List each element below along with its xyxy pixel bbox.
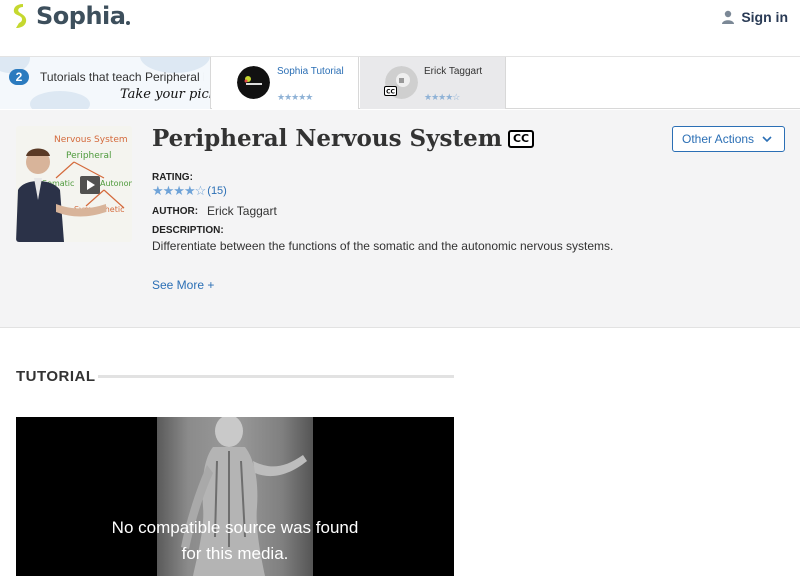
page-title: Peripheral Nervous System [152, 125, 503, 152]
video-error-line: No compatible source was found [111, 518, 359, 537]
tutorial-rating-stars: ★★★★★ [277, 92, 313, 102]
tutorial-info-panel: Nervous System Peripheral Somatic Autono… [0, 110, 800, 328]
rating-count[interactable]: (15) [207, 185, 227, 197]
closed-captions-icon: CC [508, 129, 535, 148]
logo-text: Sophia [36, 2, 126, 30]
video-error-message: No compatible source was found for this … [16, 515, 454, 567]
play-icon [87, 180, 95, 190]
section-divider [98, 375, 454, 378]
description-text: Differentiate between the functions of t… [152, 239, 614, 253]
tutorial-author-name: Sophia Tutorial [277, 66, 344, 77]
tutorials-strip: 2 Tutorials that teach Peripheral Nervou… [0, 57, 800, 109]
video-error-line: for this media. [181, 544, 289, 563]
author-name: Erick Taggart [207, 204, 277, 218]
description-label: DESCRIPTION: [152, 225, 224, 236]
sign-in-label: Sign in [741, 9, 788, 25]
sophia-logo[interactable]: Sophia [10, 2, 131, 30]
decor-blob [30, 91, 90, 109]
rating-stars: ★★★★☆ [152, 183, 206, 198]
tutorials-strip-title: Tutorials that teach Peripheral Nervous … [40, 70, 204, 84]
person-icon [722, 10, 735, 24]
tutorial-option-sophia[interactable]: Sophia Tutorial ★★★★★ [212, 57, 359, 109]
tutorial-count-badge: 2 [9, 69, 29, 85]
logo-dot [126, 21, 131, 25]
rating-label: RATING: [152, 172, 193, 183]
video-player[interactable]: No compatible source was found for this … [16, 417, 454, 576]
tutorial-author-name: Erick Taggart [424, 66, 483, 77]
svg-text:CC: CC [386, 89, 395, 96]
thumbnail-board-text: Peripheral [66, 151, 112, 161]
title-row: Peripheral Nervous System CC [152, 125, 535, 152]
closed-captions-icon: CC [384, 86, 397, 96]
thumbnail-board-text: Autonomic [100, 179, 132, 188]
thumbnail-image: Nervous System Peripheral Somatic Autono… [16, 126, 132, 242]
tutorial-section-heading: TUTORIAL [16, 368, 96, 385]
author-label: AUTHOR: [152, 206, 199, 217]
sign-in-button[interactable]: Sign in [721, 9, 788, 25]
tutorial-rating-stars: ★★★★☆ [424, 92, 460, 102]
see-more-link[interactable]: See More + [152, 278, 214, 292]
sophia-avatar [237, 66, 270, 99]
take-your-pick-label: Take your pick: [120, 87, 211, 102]
other-actions-label: Other Actions [682, 132, 755, 146]
thumbnail-board-text: Nervous System [54, 135, 128, 145]
play-button[interactable] [80, 176, 100, 194]
other-actions-button[interactable]: Other Actions [672, 126, 785, 152]
sophia-logo-icon [13, 4, 27, 28]
rating: ★★★★☆ (15) [152, 183, 227, 199]
site-header: Sophia Sign in [0, 0, 800, 57]
tutorial-option-erick-taggart[interactable]: CC Erick Taggart ★★★★☆ [360, 57, 506, 109]
tutorials-strip-intro: 2 Tutorials that teach Peripheral Nervou… [0, 57, 211, 109]
chevron-down-icon [762, 135, 772, 142]
tutorial-thumbnail[interactable]: Nervous System Peripheral Somatic Autono… [16, 126, 132, 242]
